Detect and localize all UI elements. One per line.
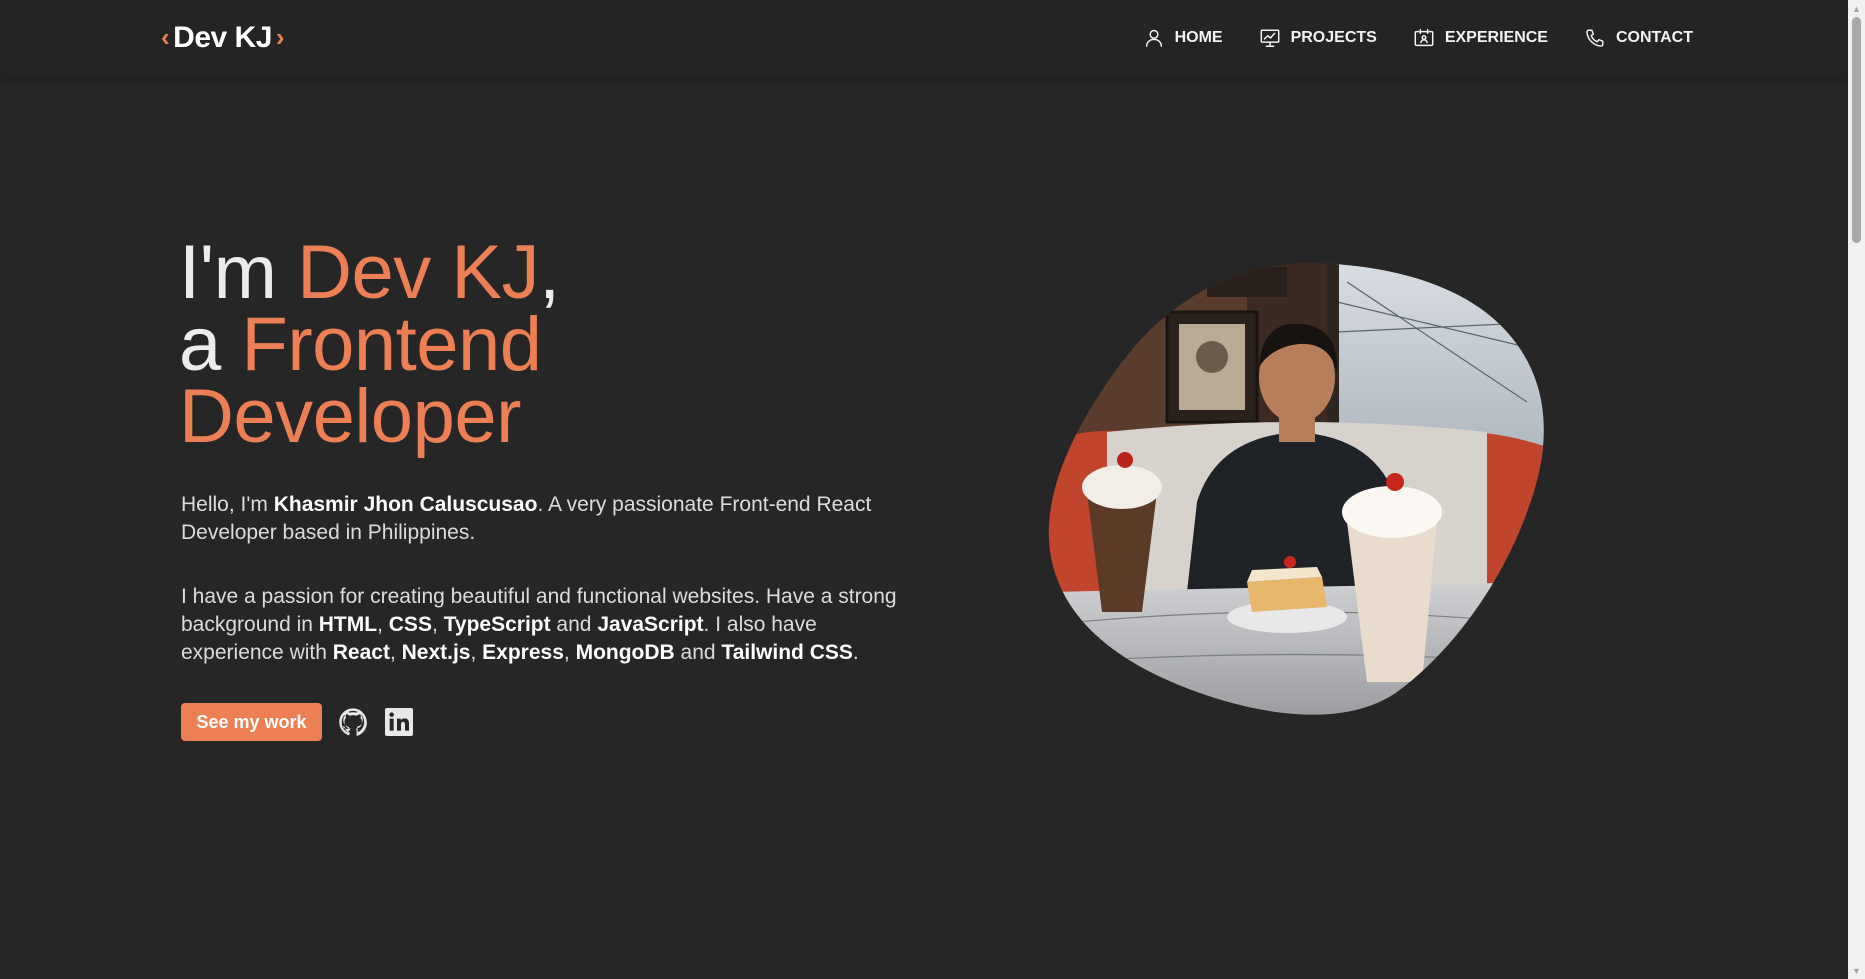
intro-name: Khasmir Jhon Caluscusao xyxy=(273,493,538,516)
github-icon xyxy=(339,708,367,736)
linkedin-link[interactable] xyxy=(383,706,415,738)
scroll-up-arrow-icon[interactable]: ▲ xyxy=(1848,0,1865,17)
skills-sep-2: , xyxy=(431,613,444,636)
skill-react: React xyxy=(332,641,390,664)
skill-express: Express xyxy=(482,641,564,664)
skill-html: HTML xyxy=(318,613,378,636)
profile-photo xyxy=(1048,262,1544,715)
nav-item-home[interactable]: HOME xyxy=(1143,27,1223,49)
skill-nextjs: Next.js xyxy=(401,641,471,664)
title-role-2: Developer xyxy=(179,374,521,459)
skills-sep-5: , xyxy=(470,641,483,664)
linkedin-icon xyxy=(385,708,413,736)
id-card-icon xyxy=(1414,29,1434,47)
skills-sep-6: , xyxy=(563,641,576,664)
nav-label-contact: CONTACT xyxy=(1615,29,1693,46)
github-link[interactable] xyxy=(337,706,369,738)
nav-label-experience: EXPERIENCE xyxy=(1444,29,1548,46)
skill-javascript: JavaScript xyxy=(597,613,704,636)
user-icon xyxy=(1145,29,1162,47)
intro-text-1: Hello, I'm xyxy=(181,493,274,516)
presentation-icon xyxy=(1260,29,1280,47)
nav-item-projects[interactable]: PROJECTS xyxy=(1259,27,1377,49)
skills-sep-3: and xyxy=(550,613,598,636)
skills-sep-4: , xyxy=(389,641,402,664)
logo-text: Dev KJ xyxy=(173,21,272,54)
page-scrollbar[interactable]: ▲ ▼ xyxy=(1848,0,1865,979)
skill-tailwind: Tailwind CSS xyxy=(721,641,853,664)
skill-mongodb: MongoDB xyxy=(575,641,675,664)
logo-right-bracket: › xyxy=(275,21,285,52)
skills-sep-7: and xyxy=(674,641,722,664)
hero-title: I'm Dev KJ, a Frontend Developer xyxy=(179,235,560,455)
main-nav: HOME PROJECTS EXPERIENCE CONTACT xyxy=(1143,22,1693,54)
skills-text-3: . xyxy=(852,641,859,664)
logo[interactable]: ‹ Dev KJ › xyxy=(157,18,288,58)
skill-css: CSS xyxy=(388,613,432,636)
logo-left-bracket: ‹ xyxy=(161,21,170,52)
navbar: ‹ Dev KJ › HOME PROJECTS EXPERIENCE CONT… xyxy=(0,0,1848,78)
nav-label-projects: PROJECTS xyxy=(1290,29,1377,46)
see-my-work-button[interactable]: See my work xyxy=(181,703,322,741)
intro-paragraph: Hello, I'm Khasmir Jhon Caluscusao. A ve… xyxy=(181,491,901,547)
nav-item-experience[interactable]: EXPERIENCE xyxy=(1413,27,1548,49)
skills-sep-1: , xyxy=(377,613,389,636)
skills-paragraph: I have a passion for creating beautiful … xyxy=(181,583,901,667)
title-comma: , xyxy=(539,230,560,315)
scroll-down-arrow-icon[interactable]: ▼ xyxy=(1848,962,1865,979)
scrollbar-thumb[interactable] xyxy=(1852,17,1861,243)
nav-item-contact[interactable]: CONTACT xyxy=(1584,27,1693,49)
phone-icon xyxy=(1586,29,1604,47)
skill-typescript: TypeScript xyxy=(443,613,551,636)
nav-label-home: HOME xyxy=(1174,29,1223,46)
